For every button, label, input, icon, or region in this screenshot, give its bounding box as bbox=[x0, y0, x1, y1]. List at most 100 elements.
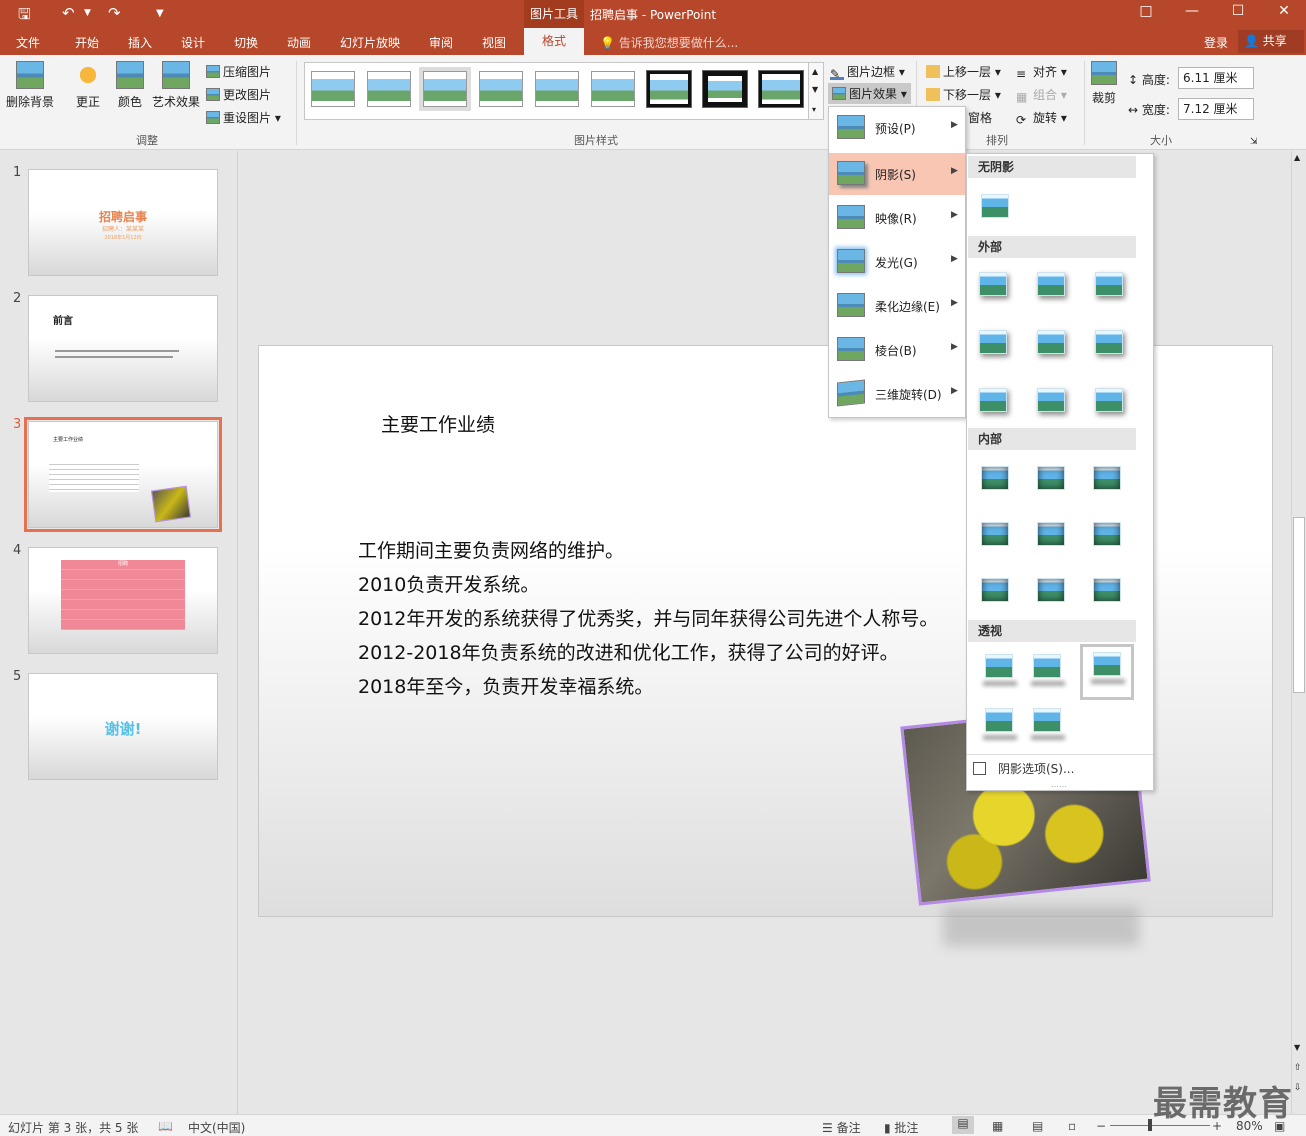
shadow-option-inner[interactable] bbox=[1037, 466, 1065, 490]
scroll-down-icon[interactable]: ▼ bbox=[1294, 1043, 1300, 1052]
tab-animations[interactable]: 动画 bbox=[287, 34, 311, 51]
tab-file[interactable]: 文件 bbox=[16, 34, 40, 51]
picture-border-button[interactable]: ✎ 图片边框 ▾ bbox=[830, 63, 905, 81]
share-button[interactable]: 👤 共享 bbox=[1238, 30, 1304, 53]
shadow-option-inner[interactable] bbox=[981, 522, 1009, 546]
shadow-option-inner[interactable] bbox=[1093, 466, 1121, 490]
shadow-option-perspective[interactable] bbox=[1093, 652, 1121, 676]
slideshow-view-icon[interactable]: ▫ bbox=[1068, 1119, 1076, 1133]
shadow-options-item[interactable]: 阴影选项(S)... bbox=[973, 760, 1074, 777]
shadow-option-inner[interactable] bbox=[1037, 578, 1065, 602]
slide-thumbnail-1[interactable]: 招聘启事 招聘人：某某某 2018年1月12日 bbox=[28, 169, 218, 276]
picture-style-5[interactable] bbox=[535, 71, 579, 107]
shadow-option-perspective[interactable] bbox=[1033, 654, 1061, 678]
shadow-option-outer[interactable] bbox=[1037, 330, 1065, 354]
slide-sorter-icon[interactable]: ▦ bbox=[992, 1119, 1003, 1133]
picture-style-1[interactable] bbox=[311, 71, 355, 107]
picture-styles-gallery[interactable] bbox=[304, 62, 824, 120]
resize-grip-icon[interactable]: …… bbox=[1051, 780, 1067, 789]
slide-thumbnail-2[interactable]: 前言 bbox=[28, 295, 218, 402]
picture-style-3[interactable] bbox=[423, 71, 467, 107]
body-line[interactable]: 工作期间主要负责网络的维护。 bbox=[358, 536, 624, 563]
scroll-thumb[interactable] bbox=[1293, 517, 1305, 693]
picture-style-8[interactable] bbox=[702, 70, 748, 108]
tab-design[interactable]: 设计 bbox=[181, 34, 205, 51]
slide-title[interactable]: 主要工作业绩 bbox=[381, 410, 495, 437]
tab-format[interactable]: 格式 bbox=[524, 28, 584, 55]
minimize-icon[interactable]: — bbox=[1172, 3, 1212, 19]
slide-thumbnail-3[interactable]: 主要工作业绩 bbox=[24, 417, 222, 532]
shadow-option-inner[interactable] bbox=[1093, 578, 1121, 602]
shadow-option-outer[interactable] bbox=[1037, 388, 1065, 412]
previous-slide-icon[interactable]: ⇧ bbox=[1294, 1063, 1302, 1073]
rotate-button[interactable]: ⟳ 旋转 ▾ bbox=[1016, 109, 1067, 127]
selection-pane-button[interactable]: 窗格 bbox=[968, 109, 992, 126]
slide-thumbnail-5[interactable]: 谢谢! bbox=[28, 673, 218, 780]
save-icon[interactable]: 🖫 bbox=[18, 4, 31, 29]
menu-item-glow[interactable]: 发光(G) ▶ bbox=[829, 241, 965, 283]
picture-style-2[interactable] bbox=[367, 71, 411, 107]
undo-icon[interactable]: ↶ bbox=[62, 4, 75, 22]
height-input[interactable]: 6.11 厘米 bbox=[1178, 67, 1254, 89]
redo-icon[interactable]: ↷ bbox=[108, 4, 121, 22]
zoom-out-icon[interactable]: − bbox=[1096, 1119, 1106, 1133]
comments-button[interactable]: ▮ 批注 bbox=[884, 1119, 918, 1136]
shadow-option-perspective[interactable] bbox=[985, 654, 1013, 678]
tab-home[interactable]: 开始 bbox=[75, 34, 99, 51]
width-input[interactable]: 7.12 厘米 bbox=[1178, 98, 1254, 120]
menu-item-shadow[interactable]: 阴影(S) ▶ bbox=[829, 153, 965, 195]
compress-pictures-button[interactable]: 压缩图片 bbox=[206, 63, 271, 80]
group-button[interactable]: ▦ 组合 ▾ bbox=[1016, 86, 1067, 104]
shadow-option-perspective[interactable] bbox=[1033, 708, 1061, 732]
reset-picture-button[interactable]: 重设图片 ▾ bbox=[206, 109, 281, 126]
picture-style-6[interactable] bbox=[591, 71, 635, 107]
login-link[interactable]: 登录 bbox=[1204, 34, 1228, 51]
shadow-option-none[interactable] bbox=[981, 194, 1009, 218]
tab-slideshow[interactable]: 幻灯片放映 bbox=[340, 34, 400, 51]
next-slide-icon[interactable]: ⇩ bbox=[1294, 1083, 1302, 1093]
send-backward-button[interactable]: 下移一层 ▾ bbox=[926, 86, 1001, 103]
normal-view-icon[interactable]: ▤ bbox=[952, 1116, 974, 1134]
artistic-effects-button[interactable]: 艺术效果 bbox=[150, 61, 202, 110]
zoom-slider-thumb[interactable] bbox=[1148, 1119, 1152, 1131]
undo-dropdown-icon[interactable]: ▼ bbox=[84, 8, 91, 18]
tab-transitions[interactable]: 切换 bbox=[234, 34, 258, 51]
picture-style-9[interactable] bbox=[758, 70, 804, 108]
language-indicator[interactable]: 中文(中国) bbox=[188, 1119, 245, 1136]
shadow-option-outer[interactable] bbox=[1095, 272, 1123, 296]
shadow-option-outer[interactable] bbox=[979, 330, 1007, 354]
menu-item-reflection[interactable]: 映像(R) ▶ bbox=[829, 197, 965, 239]
menu-item-3d-rotation[interactable]: 三维旋转(D) ▶ bbox=[829, 373, 965, 415]
menu-item-soft-edges[interactable]: 柔化边缘(E) ▶ bbox=[829, 285, 965, 327]
shadow-option-outer[interactable] bbox=[1037, 272, 1065, 296]
size-launcher-icon[interactable]: ⇲ bbox=[1250, 137, 1258, 147]
vertical-scrollbar[interactable]: ▲ ▼ ⇧ ⇩ bbox=[1291, 151, 1306, 1114]
spellcheck-icon[interactable]: 📖 bbox=[158, 1119, 173, 1133]
scroll-up-icon[interactable]: ▲ bbox=[1294, 153, 1300, 162]
tab-review[interactable]: 审阅 bbox=[429, 34, 453, 51]
body-line[interactable]: 2012年开发的系统获得了优秀奖，并与同年获得公司先进个人称号。 bbox=[358, 604, 938, 631]
body-line[interactable]: 2010负责开发系统。 bbox=[358, 570, 539, 597]
gallery-more-button[interactable]: ▲ ▼ ▾ bbox=[808, 62, 824, 120]
zoom-slider[interactable] bbox=[1110, 1125, 1210, 1126]
tell-me-box[interactable]: 💡 告诉我您想要做什么... bbox=[600, 34, 738, 51]
ribbon-display-icon[interactable]: □ bbox=[1126, 3, 1166, 19]
shadow-option-outer[interactable] bbox=[1095, 330, 1123, 354]
crop-button[interactable]: 裁剪 bbox=[1088, 61, 1120, 106]
maximize-icon[interactable]: ☐ bbox=[1218, 3, 1258, 19]
slide-thumbnail-4[interactable]: 招聘 bbox=[28, 547, 218, 654]
tab-insert[interactable]: 插入 bbox=[128, 34, 152, 51]
corrections-button[interactable]: 更正 bbox=[70, 61, 106, 110]
reading-view-icon[interactable]: ▤ bbox=[1032, 1119, 1043, 1133]
picture-effects-button[interactable]: 图片效果 ▾ bbox=[828, 83, 911, 104]
align-button[interactable]: ≡ 对齐 ▾ bbox=[1016, 63, 1067, 81]
body-line[interactable]: 2018年至今，负责开发幸福系统。 bbox=[358, 672, 653, 699]
body-line[interactable]: 2012-2018年负责系统的改进和优化工作，获得了公司的好评。 bbox=[358, 638, 899, 665]
remove-background-button[interactable]: 删除背景 bbox=[4, 61, 56, 110]
picture-style-7[interactable] bbox=[646, 70, 692, 108]
shadow-option-outer[interactable] bbox=[979, 272, 1007, 296]
shadow-option-inner[interactable] bbox=[981, 466, 1009, 490]
picture-style-4[interactable] bbox=[479, 71, 523, 107]
shadow-option-inner[interactable] bbox=[981, 578, 1009, 602]
change-picture-button[interactable]: 更改图片 bbox=[206, 86, 271, 103]
